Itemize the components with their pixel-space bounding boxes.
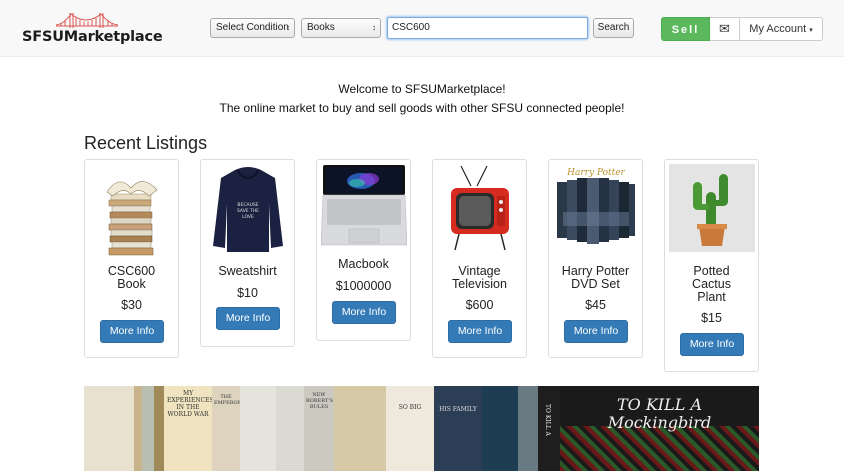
listing-card[interactable]: BECAUSE SAVE THE LOVE Sweatshirt $10 Mor… bbox=[200, 159, 295, 347]
banner-book: MY EXPERIENCES IN THE WORLD WAR bbox=[164, 386, 214, 471]
banner-book-title: TO KILL A bbox=[544, 404, 551, 436]
listing-title: Sweatshirt bbox=[218, 264, 277, 278]
listing-price: $600 bbox=[465, 298, 494, 312]
listing-image[interactable] bbox=[320, 163, 408, 249]
svg-text:LOVE: LOVE bbox=[242, 214, 254, 220]
banner-book-title: TO KILL A Mockingbird bbox=[607, 395, 712, 432]
listing-card[interactable]: CSC600 Book $30 More Info bbox=[84, 159, 179, 358]
envelope-icon: ✉ bbox=[719, 21, 730, 36]
svg-text:SAVE THE: SAVE THE bbox=[237, 208, 259, 214]
more-info-button[interactable]: More Info bbox=[564, 320, 628, 343]
banner-book bbox=[84, 386, 134, 471]
listing-price: $30 bbox=[121, 298, 142, 312]
listing-title: CSC600 Book bbox=[107, 264, 156, 291]
more-info-button[interactable]: More Info bbox=[448, 320, 512, 343]
listing-title: Harry Potter DVD Set bbox=[561, 264, 630, 291]
caret-down-icon: ▾ bbox=[809, 27, 813, 34]
banner-book bbox=[518, 386, 538, 471]
select-arrows-icon: ↕ bbox=[372, 23, 376, 32]
logo-text: SFSUMarketplace bbox=[22, 29, 163, 45]
listing-image[interactable] bbox=[89, 164, 175, 256]
banner-book-title: MY EXPERIENCES IN THE WORLD WAR bbox=[167, 390, 214, 418]
listing-title: Potted Cactus Plant bbox=[692, 264, 731, 304]
bookshelf-banner-image: MY EXPERIENCES IN THE WORLD WAR THE EMPE… bbox=[84, 386, 759, 471]
my-account-label: My Account bbox=[749, 23, 807, 35]
select-arrows-icon: ↕ bbox=[286, 23, 290, 32]
listing-image[interactable] bbox=[437, 164, 523, 256]
condition-select[interactable]: Select Condition ↕ bbox=[210, 18, 295, 38]
more-info-button[interactable]: More Info bbox=[332, 301, 396, 324]
listing-card[interactable]: Potted Cactus Plant $15 More Info bbox=[664, 159, 759, 372]
search-input[interactable]: CSC600 bbox=[387, 17, 588, 39]
banner-book-title: SO BIG bbox=[398, 404, 422, 411]
listing-title: Vintage Television bbox=[452, 264, 507, 291]
banner-book bbox=[142, 386, 154, 471]
logo[interactable]: SFSUMarketplace bbox=[22, 12, 163, 46]
banner-book: THE EMPEROR bbox=[212, 386, 242, 471]
banner-book: HIS FAMILY bbox=[434, 386, 482, 471]
banner-book: TO KILL A bbox=[538, 386, 560, 471]
messages-button[interactable]: ✉ bbox=[710, 17, 740, 41]
banner-book bbox=[134, 386, 142, 471]
condition-select-value: Select Condition bbox=[216, 22, 289, 33]
listing-title: Macbook bbox=[338, 257, 389, 271]
search-button[interactable]: Search bbox=[593, 18, 634, 38]
banner-book bbox=[154, 386, 164, 471]
sell-button[interactable]: Sell bbox=[661, 17, 710, 41]
banner-book: TO KILL A Mockingbird bbox=[560, 386, 759, 471]
listing-image[interactable]: Harry Potter bbox=[553, 164, 639, 250]
banner-book-title: HIS FAMILY bbox=[439, 406, 477, 413]
category-select-value: Books bbox=[307, 22, 335, 33]
bridge-logo-icon bbox=[56, 13, 118, 28]
recent-listings-title: Recent Listings bbox=[84, 133, 208, 153]
account-button-group: Sell ✉ My Account ▾ bbox=[661, 17, 823, 41]
welcome-heading: Welcome to SFSUMarketplace! bbox=[338, 82, 506, 96]
more-info-button[interactable]: More Info bbox=[100, 320, 164, 343]
svg-text:BECAUSE: BECAUSE bbox=[237, 202, 258, 208]
listing-image[interactable] bbox=[669, 164, 755, 252]
welcome-subheading: The online market to buy and sell goods … bbox=[219, 101, 625, 115]
banner-book-title: THE EMPEROR bbox=[214, 394, 242, 406]
banner-book bbox=[276, 386, 304, 471]
banner-book: SO BIG bbox=[386, 386, 434, 471]
banner-book bbox=[334, 386, 386, 471]
more-info-button[interactable]: More Info bbox=[216, 307, 280, 330]
banner-book-title: NEW ROBERT'S RULES bbox=[306, 392, 333, 410]
mockingbird-cover-art bbox=[560, 426, 759, 471]
svg-text:Harry Potter: Harry Potter bbox=[566, 168, 625, 178]
navbar: SFSUMarketplace Select Condition ↕ Books… bbox=[0, 0, 844, 57]
my-account-dropdown[interactable]: My Account ▾ bbox=[740, 17, 823, 41]
listing-price: $15 bbox=[701, 311, 722, 325]
listing-card[interactable]: Harry Potter Harry Potter DVD Set $45 Mo… bbox=[548, 159, 643, 358]
banner-book bbox=[240, 386, 276, 471]
banner-book bbox=[482, 386, 518, 471]
listing-price: $10 bbox=[237, 286, 258, 300]
banner-book: NEW ROBERT'S RULES bbox=[304, 386, 334, 471]
listing-price: $45 bbox=[585, 298, 606, 312]
listing-card[interactable]: Macbook $1000000 More Info bbox=[316, 159, 411, 341]
listing-card[interactable]: Vintage Television $600 More Info bbox=[432, 159, 527, 358]
category-select[interactable]: Books ↕ bbox=[301, 18, 381, 38]
listing-image[interactable]: BECAUSE SAVE THE LOVE bbox=[205, 164, 291, 256]
listing-price: $1000000 bbox=[335, 279, 392, 293]
more-info-button[interactable]: More Info bbox=[680, 333, 744, 356]
